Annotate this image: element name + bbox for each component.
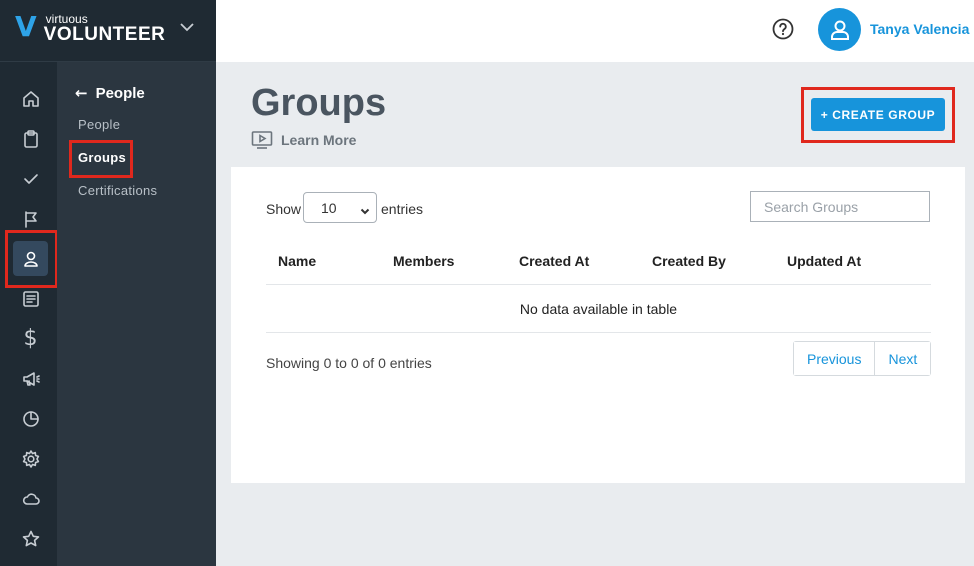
subnav-item-certifications[interactable]: Certifications: [78, 183, 157, 198]
column-header-created-at[interactable]: Created At: [519, 253, 589, 269]
star-icon: [22, 530, 39, 546]
nav-approvals[interactable]: [13, 161, 48, 196]
column-header-name[interactable]: Name: [278, 253, 316, 269]
user-name[interactable]: Tanya Valencia: [870, 21, 969, 37]
entries-select[interactable]: 10: [303, 192, 377, 223]
brand-bar: V virtuous VOLUNTEER: [0, 0, 216, 62]
highlight-people-nav: [5, 230, 58, 288]
nav-integrations[interactable]: [13, 481, 48, 516]
arrow-left-icon: ←: [75, 84, 88, 102]
nav-tasks[interactable]: [13, 121, 48, 156]
icon-rail: $: [0, 62, 57, 566]
megaphone-icon: [22, 371, 40, 386]
nav-favorites[interactable]: [13, 521, 48, 556]
chevron-down-icon[interactable]: [178, 18, 196, 36]
sub-navigation: ← People People Groups Certifications: [57, 62, 216, 566]
nav-home[interactable]: [13, 81, 48, 116]
groups-table-card: Show 10 entries Name Members Created At …: [231, 167, 965, 483]
help-icon[interactable]: [772, 18, 794, 40]
document-icon: [22, 290, 39, 307]
page-title: Groups: [251, 82, 387, 124]
gear-icon: [22, 449, 39, 468]
previous-button[interactable]: Previous: [794, 342, 875, 375]
video-icon: [251, 131, 273, 149]
pie-chart-icon: [22, 410, 39, 427]
column-header-members[interactable]: Members: [393, 253, 454, 269]
highlight-create-button: [801, 87, 955, 143]
home-icon: [22, 90, 39, 107]
table-bottom-divider: [266, 332, 931, 333]
subnav-item-people[interactable]: People: [78, 117, 120, 132]
chevron-down-icon: [360, 203, 370, 215]
show-label: Show: [266, 201, 302, 217]
next-button[interactable]: Next: [874, 342, 931, 375]
avatar[interactable]: [818, 8, 861, 51]
table-info: Showing 0 to 0 of 0 entries: [266, 355, 432, 371]
pagination: Previous Next: [793, 341, 932, 376]
learn-more-label: Learn More: [281, 132, 357, 148]
cloud-icon: [22, 492, 40, 505]
logo-mark-icon: V: [15, 10, 37, 43]
nav-analytics[interactable]: [13, 401, 48, 436]
nav-donations[interactable]: $: [13, 321, 48, 356]
column-header-created-by[interactable]: Created By: [652, 253, 726, 269]
entries-value: 10: [321, 199, 337, 216]
check-icon: [23, 173, 38, 184]
clipboard-icon: [23, 129, 38, 148]
highlight-groups-link: [69, 140, 133, 178]
nav-settings[interactable]: [13, 441, 48, 476]
app-logo[interactable]: V virtuous VOLUNTEER: [15, 13, 165, 45]
subnav-back[interactable]: ← People: [75, 84, 145, 102]
search-groups-input[interactable]: [750, 191, 930, 222]
nav-communications[interactable]: [13, 361, 48, 396]
header-divider: [266, 284, 931, 285]
flag-icon: [24, 210, 37, 228]
dollar-icon: $: [23, 326, 38, 351]
top-bar: Tanya Valencia: [216, 0, 974, 62]
empty-table-message: No data available in table: [519, 301, 678, 317]
subnav-title: People: [95, 84, 145, 102]
column-header-updated-at[interactable]: Updated At: [787, 253, 861, 269]
learn-more-link[interactable]: Learn More: [251, 130, 356, 150]
logo-big-text: VOLUNTEER: [43, 24, 166, 45]
entries-label: entries: [381, 201, 424, 217]
